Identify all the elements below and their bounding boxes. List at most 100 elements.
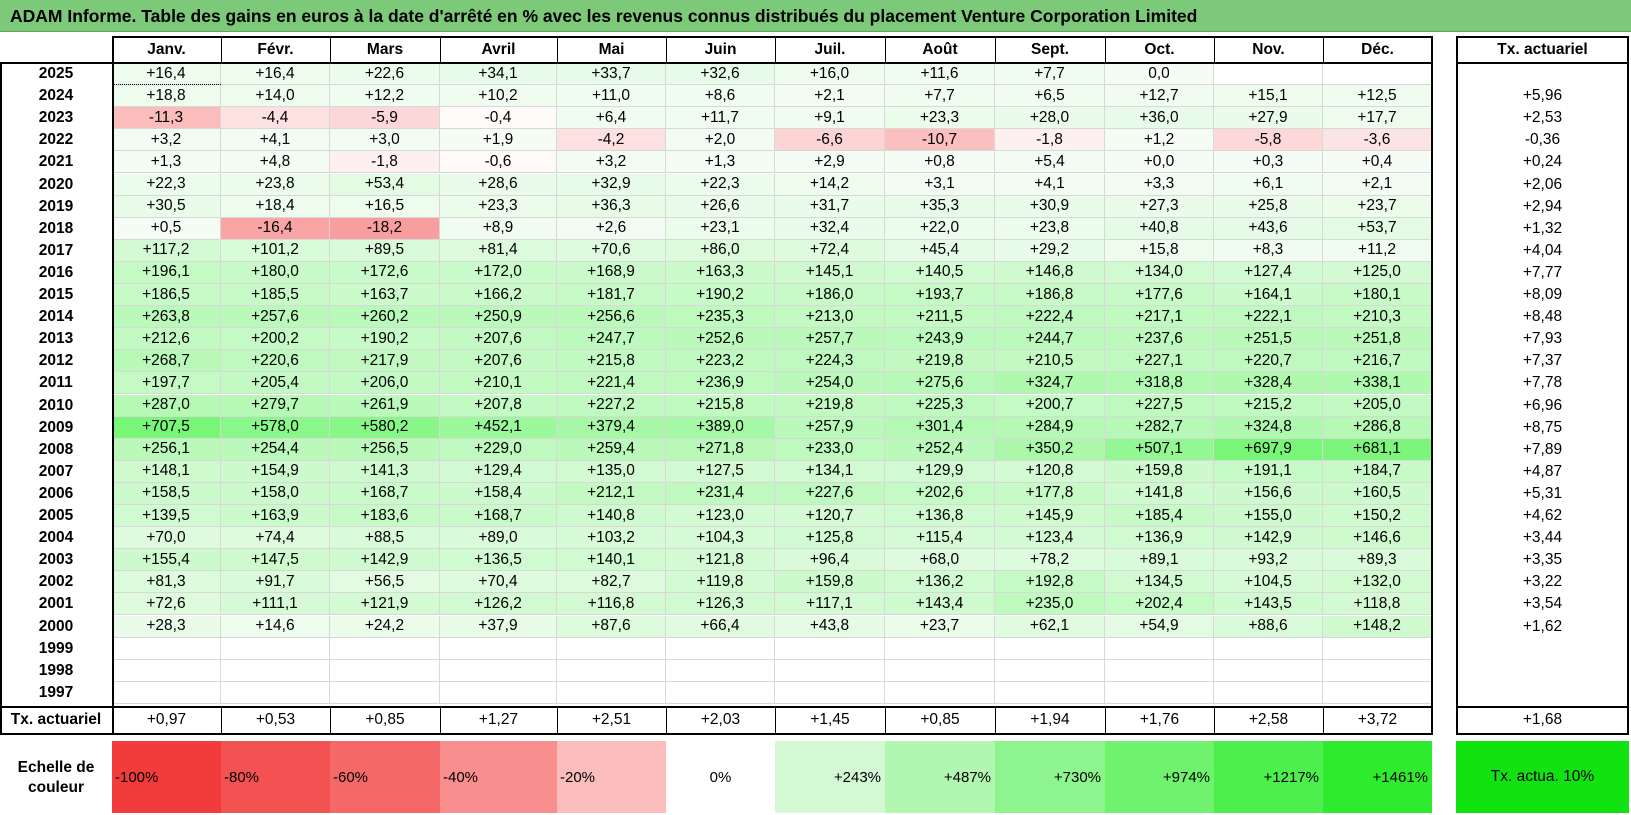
table-cell: +140,8 [557, 505, 666, 528]
table-cell: +129,4 [440, 460, 557, 483]
footer-divider [1323, 707, 1324, 733]
table-cell: +452,1 [440, 416, 557, 439]
table-cell: +27,9 [1214, 107, 1323, 130]
table-cell: +7,7 [885, 85, 995, 108]
month-header: Oct. [1144, 40, 1175, 58]
table-cell: +257,9 [775, 416, 885, 439]
table-cell: +237,6 [1105, 328, 1214, 351]
table-cell: +120,7 [775, 505, 885, 528]
table-cell: +155,0 [1214, 505, 1323, 528]
table-cell: +196,1 [112, 261, 221, 284]
table-cell: -0,6 [440, 151, 557, 174]
table-cell: +215,2 [1214, 394, 1323, 417]
table-cell: +23,3 [440, 195, 557, 218]
table-cell: +103,2 [557, 527, 666, 550]
table-cell: +68,0 [885, 549, 995, 572]
year-label: 2008 [38, 440, 74, 458]
table-cell [666, 681, 775, 704]
table-cell: +257,7 [775, 328, 885, 351]
year-label: 2010 [38, 396, 74, 414]
table-cell: +11,2 [1323, 239, 1432, 262]
table-cell: +26,6 [666, 195, 775, 218]
month-divider [885, 36, 886, 62]
table-cell [775, 659, 885, 682]
table-cell: +163,9 [221, 505, 330, 528]
table-cell [995, 637, 1105, 660]
table-cell: +115,4 [885, 527, 995, 550]
table-cell: +287,0 [112, 394, 221, 417]
table-cell: +136,8 [885, 505, 995, 528]
table-cell: +202,4 [1105, 593, 1214, 616]
table-cell: +89,5 [330, 239, 440, 262]
color-scale-swatch: 0% [666, 741, 775, 813]
table-cell: +156,6 [1214, 482, 1323, 505]
table-cell: +33,7 [557, 63, 666, 86]
month-header: Avril [481, 40, 516, 58]
table-cell: +3,1 [885, 173, 995, 196]
table-cell: +190,2 [330, 328, 440, 351]
rate-header: Tx. actuariel [1497, 40, 1588, 58]
rate-cell: +2,06 [1522, 175, 1563, 193]
table-cell: +36,3 [557, 195, 666, 218]
table-cell: +185,4 [1105, 505, 1214, 528]
table-cell: +126,3 [666, 593, 775, 616]
table-cell: +125,8 [775, 527, 885, 550]
rate-cell: +1,32 [1522, 219, 1563, 237]
table-cell: +123,0 [666, 505, 775, 528]
rate-cell: +7,78 [1522, 374, 1563, 392]
table-cell: +5,4 [995, 151, 1105, 174]
footer-cell: +1,27 [478, 711, 519, 728]
table-cell: +254,4 [221, 438, 330, 461]
footer-cell: +3,72 [1357, 711, 1398, 728]
table-cell: +235,3 [666, 306, 775, 329]
table-cell: +119,8 [666, 571, 775, 594]
table-cell: +3,0 [330, 129, 440, 152]
table-cell: +22,3 [112, 173, 221, 196]
footer-divider [885, 707, 886, 733]
table-cell: +259,4 [557, 438, 666, 461]
table-cell: +140,1 [557, 549, 666, 572]
color-scale-swatch: +1217% [1214, 741, 1323, 813]
table-cell: +0,4 [1323, 151, 1432, 174]
table-cell: +210,5 [995, 350, 1105, 373]
table-cell: +150,2 [1323, 505, 1432, 528]
table-cell [1105, 637, 1214, 660]
table-cell: +318,8 [1105, 372, 1214, 395]
table-cell: +222,1 [1214, 306, 1323, 329]
table-cell: +247,7 [557, 328, 666, 351]
table-cell: +129,9 [885, 460, 995, 483]
table-cell [885, 637, 995, 660]
month-header: Févr. [257, 40, 294, 58]
table-cell [112, 637, 221, 660]
table-cell: +17,7 [1323, 107, 1432, 130]
table-cell: +4,8 [221, 151, 330, 174]
table-cell: +215,8 [557, 350, 666, 373]
table-cell: +142,9 [330, 549, 440, 572]
footer-cell: +2,58 [1248, 711, 1289, 728]
table-cell: +23,7 [885, 615, 995, 638]
table-cell: +3,2 [112, 129, 221, 152]
table-cell: +140,5 [885, 261, 995, 284]
table-cell: +172,0 [440, 261, 557, 284]
table-cell: +186,0 [775, 284, 885, 307]
table-cell: +186,5 [112, 284, 221, 307]
table-cell: +146,8 [995, 261, 1105, 284]
table-cell: +116,8 [557, 593, 666, 616]
table-cell: +158,5 [112, 482, 221, 505]
table-cell: +164,1 [1214, 284, 1323, 307]
table-cell: +11,6 [885, 63, 995, 86]
table-cell: +45,4 [885, 239, 995, 262]
table-cell [1214, 637, 1323, 660]
border-left [0, 62, 2, 735]
table-cell: +263,8 [112, 306, 221, 329]
year-label: 2024 [38, 87, 74, 105]
year-label: 2025 [38, 65, 74, 83]
table-cell: +2,6 [557, 217, 666, 240]
table-cell: +225,3 [885, 394, 995, 417]
table-cell: +3,3 [1105, 173, 1214, 196]
table-cell: +32,9 [557, 173, 666, 196]
table-cell: +101,2 [221, 239, 330, 262]
footer-label: Tx. actuariel [10, 711, 102, 728]
table-cell [440, 659, 557, 682]
color-scale-swatch: -20% [557, 741, 666, 813]
